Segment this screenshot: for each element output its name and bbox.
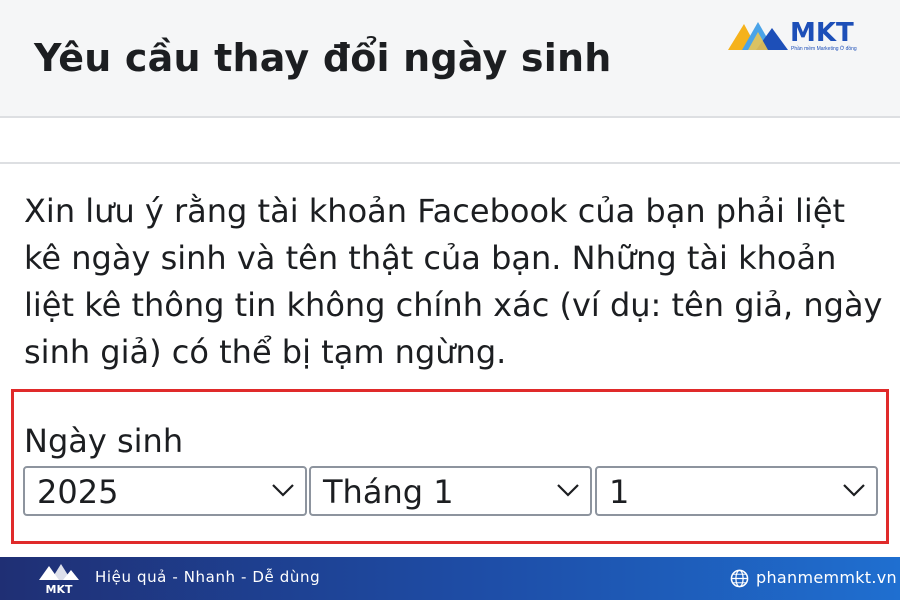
page-title: Yêu cầu thay đổi ngày sinh [34, 36, 612, 80]
month-select-value: Tháng 1 [323, 473, 454, 511]
day-select-value: 1 [609, 473, 630, 511]
notice-text: Xin lưu ý rằng tài khoản Facebook của bạ… [24, 192, 883, 371]
page-header: Yêu cầu thay đổi ngày sinh [0, 0, 900, 118]
chevron-down-icon [843, 484, 865, 497]
globe-icon [730, 569, 749, 588]
brand-logo: MKT Phần mềm Marketing Ở đồng [728, 18, 868, 54]
day-select[interactable]: 1 [595, 466, 878, 516]
footer-website-link[interactable]: phanmemmkt.vn [756, 568, 897, 587]
brand-tagline: Phần mềm Marketing Ở đồng [791, 46, 857, 52]
chevron-down-icon [272, 484, 294, 497]
birthday-label: Ngày sinh [24, 422, 184, 460]
chevron-down-icon [557, 484, 579, 497]
year-select[interactable]: 2025 [23, 466, 307, 516]
footer-bar: MKT Hiệu quả - Nhanh - Dễ dùng phanmemmk… [0, 557, 900, 600]
footer-slogan: Hiệu quả - Nhanh - Dễ dùng [95, 568, 321, 586]
mountain-logo-icon [728, 22, 788, 50]
mountain-logo-icon: MKT [39, 564, 79, 596]
footer-logo-text: MKT [46, 583, 73, 596]
month-select[interactable]: Tháng 1 [309, 466, 592, 516]
header-divider-band [0, 120, 900, 164]
year-select-value: 2025 [37, 473, 119, 511]
footer-logo: MKT [37, 562, 81, 596]
brand-name: MKT [790, 18, 854, 48]
